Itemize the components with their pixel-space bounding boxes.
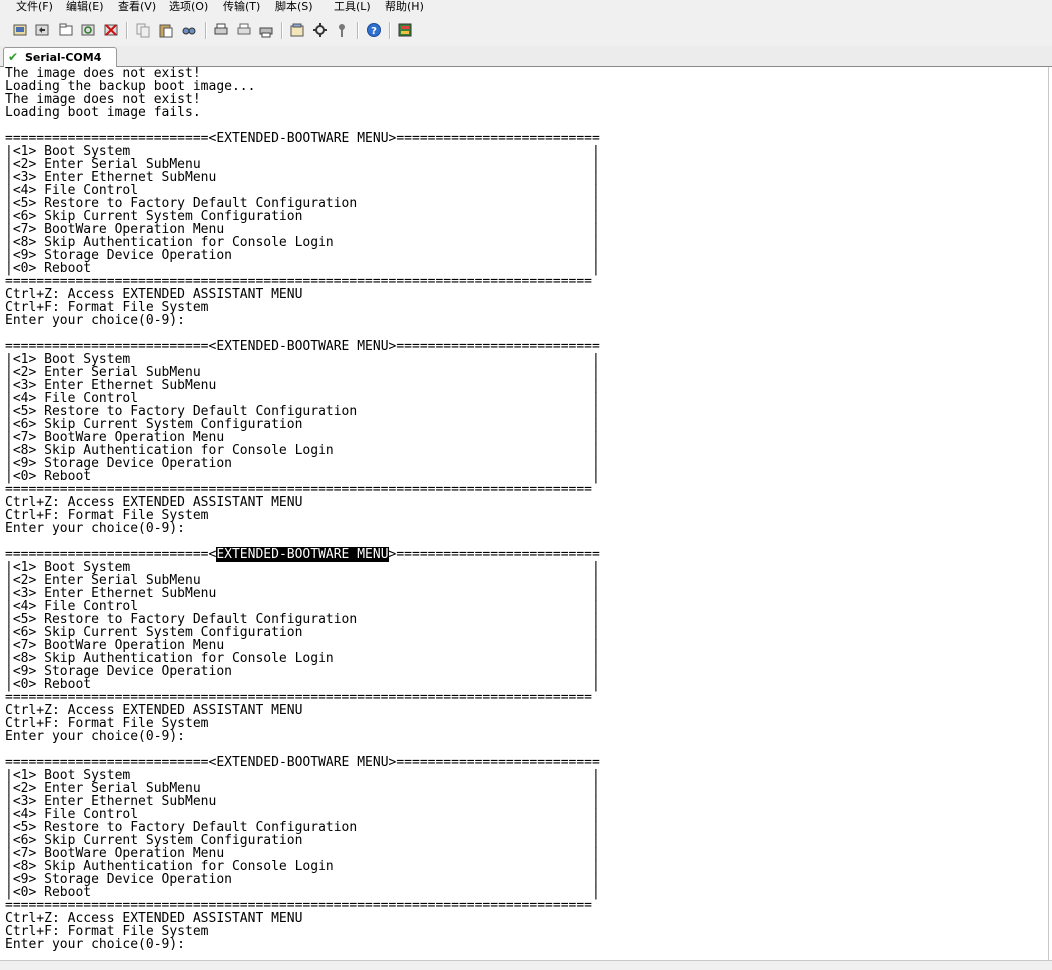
- toolbar-separator: [389, 22, 391, 39]
- terminal-line: Loading boot image fails.: [5, 105, 201, 120]
- terminal-output[interactable]: The image does not exist! Loading the bac…: [0, 67, 1049, 960]
- menu-edit[interactable]: 编辑(E): [66, 0, 104, 13]
- quick-connect-icon[interactable]: [34, 22, 50, 38]
- print-setup-icon[interactable]: [236, 22, 252, 38]
- print-screen-icon[interactable]: [258, 22, 274, 38]
- menu-bar: 文件(F) 编辑(E) 查看(V) 选项(O) 传输(T) 脚本(S) 工具(L…: [0, 0, 1052, 14]
- toolbar-separator: [357, 22, 359, 39]
- tab-serial-com4[interactable]: ✔ Serial-COM4 (2): [3, 47, 117, 83]
- global-options-icon[interactable]: [312, 22, 328, 38]
- toolbar: ?: [0, 14, 1052, 47]
- find-icon[interactable]: [181, 22, 197, 38]
- menu-help[interactable]: 帮助(H): [385, 0, 424, 13]
- connect-icon[interactable]: [12, 22, 28, 38]
- prompt-line: Enter your choice(0-9):: [5, 521, 186, 536]
- prompt-line: Enter your choice(0-9):: [5, 937, 186, 952]
- help-icon[interactable]: ?: [366, 22, 382, 38]
- keymap-icon[interactable]: [334, 22, 350, 38]
- svg-text:?: ?: [371, 26, 377, 37]
- disconnect-icon[interactable]: [103, 22, 119, 38]
- session-options-icon[interactable]: [289, 22, 305, 38]
- menu-view[interactable]: 查看(V): [118, 0, 156, 13]
- print-icon[interactable]: [213, 22, 229, 38]
- toolbar-separator: [281, 22, 283, 39]
- paste-icon[interactable]: [158, 22, 174, 38]
- connected-check-icon: ✔: [8, 50, 19, 64]
- toolbar-separator: [205, 22, 207, 39]
- reconnect-icon[interactable]: [80, 22, 96, 38]
- menu-transfer[interactable]: 传输(T): [223, 0, 260, 13]
- menu-file[interactable]: 文件(F): [16, 0, 53, 13]
- toolbar-separator: [126, 22, 128, 39]
- prompt-line: Enter your choice(0-9):: [5, 729, 186, 744]
- connect-in-tab-icon[interactable]: [58, 22, 74, 38]
- session-tab-bar: ✔ Serial-COM4 (2): [0, 46, 1052, 83]
- script-icon[interactable]: [397, 22, 413, 38]
- menu-tools[interactable]: 工具(L): [334, 0, 371, 13]
- menu-script[interactable]: 脚本(S): [275, 0, 313, 13]
- prompt-line: Enter your choice(0-9):: [5, 313, 186, 328]
- menu-options[interactable]: 选项(O): [169, 0, 208, 13]
- copy-icon[interactable]: [135, 22, 151, 38]
